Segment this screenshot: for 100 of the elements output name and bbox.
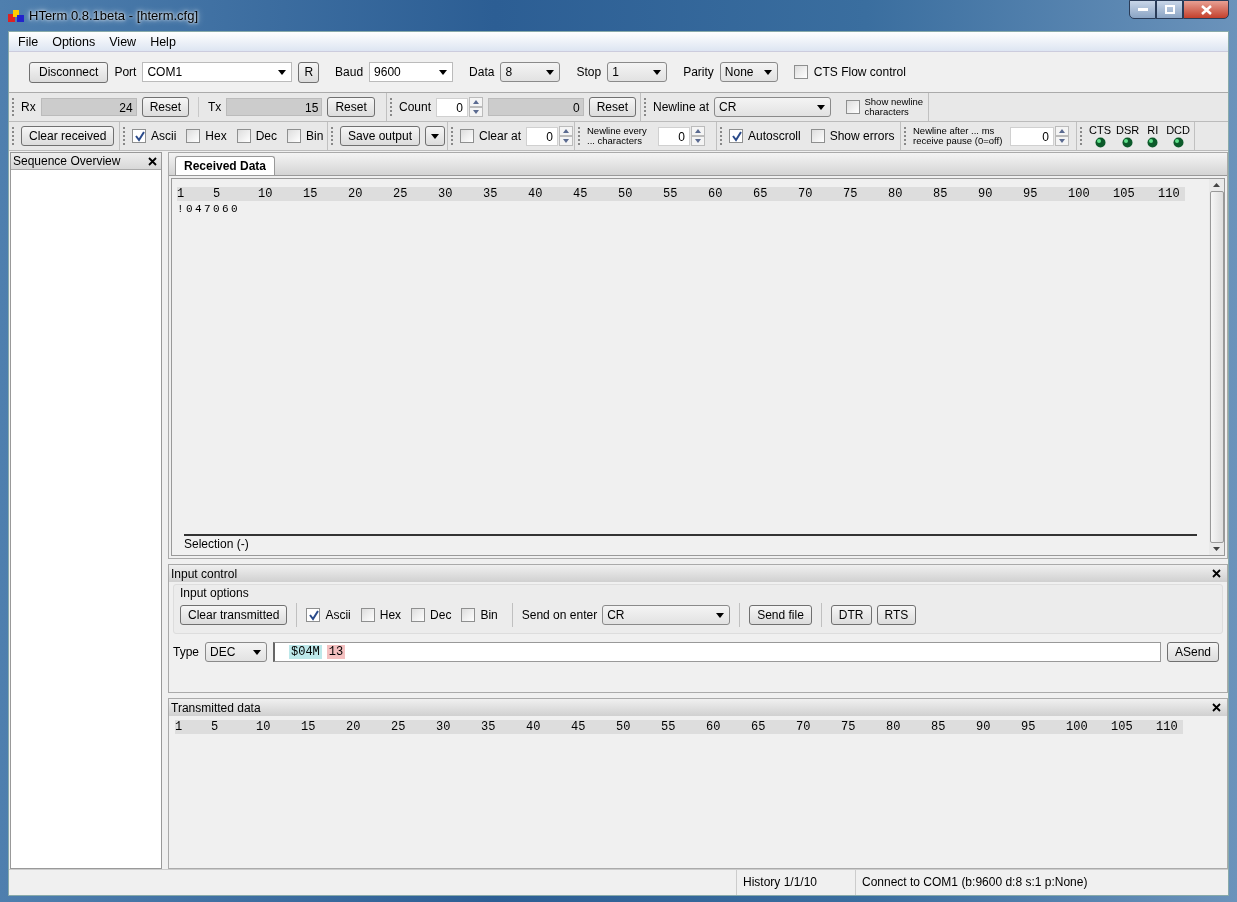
close-icon[interactable]: [1212, 569, 1221, 578]
port-dropdown[interactable]: COM1: [142, 62, 293, 82]
send-file-button[interactable]: Send file: [749, 605, 812, 625]
checkbox[interactable]: [236, 129, 251, 143]
checkbox[interactable]: [360, 608, 375, 622]
received-data-tab[interactable]: Received Data: [175, 156, 276, 175]
ruler-number: 100: [1068, 187, 1091, 201]
maximize-button[interactable]: [1156, 0, 1183, 19]
maximize-icon: [1164, 5, 1175, 14]
spinner-arrows-icon[interactable]: [1055, 126, 1069, 146]
checkbox[interactable]: [729, 129, 743, 143]
ruler-number: 90: [976, 720, 992, 734]
spinner-arrows-icon[interactable]: [691, 126, 705, 146]
ruler-number: 85: [931, 720, 947, 734]
caret-icon: [653, 69, 662, 75]
reset-button[interactable]: Reset: [141, 97, 190, 117]
checkbox[interactable]: [810, 129, 825, 143]
ruler-number: 85: [933, 187, 949, 201]
checkbox[interactable]: [461, 608, 476, 622]
port-label: Port: [114, 65, 137, 79]
spinner-arrows-icon[interactable]: [469, 97, 484, 117]
data-bits-dropdown[interactable]: 8: [500, 62, 561, 82]
menu-item[interactable]: View: [102, 34, 144, 49]
checkbox-label: Bin: [306, 129, 324, 143]
close-icon[interactable]: [1212, 703, 1221, 712]
caret-icon: [763, 69, 772, 75]
ruler-number: 70: [796, 720, 812, 734]
type-dropdown[interactable]: DEC: [205, 642, 267, 662]
ruler-number: 35: [483, 187, 499, 201]
panel-title: Sequence Overview: [13, 154, 121, 168]
ruler-number: 1: [175, 720, 184, 734]
checkbox-label: Dec: [430, 608, 452, 622]
stop-bits-dropdown[interactable]: 1: [607, 62, 668, 82]
clear-received-button[interactable]: Clear received: [21, 126, 115, 146]
count-label: Count: [399, 100, 432, 114]
asend-button[interactable]: ASend: [1166, 642, 1219, 662]
checkbox[interactable]: [186, 129, 201, 143]
menu-item[interactable]: File: [11, 34, 46, 49]
app-icon: [8, 8, 24, 23]
save-options-button[interactable]: [425, 126, 446, 146]
menu-item[interactable]: Help: [143, 34, 183, 49]
checkbox[interactable]: [460, 129, 474, 143]
save-output-button[interactable]: Save output: [340, 126, 421, 146]
rx-counter: 24: [40, 98, 137, 116]
signal-label: DSR: [1116, 124, 1140, 136]
caret-icon: [546, 69, 555, 75]
clear-transmitted-button[interactable]: Clear transmitted: [180, 605, 288, 625]
checkbox[interactable]: [411, 608, 426, 622]
baud-dropdown[interactable]: 9600: [369, 62, 454, 82]
minimize-button[interactable]: [1129, 0, 1156, 19]
checkbox-label: Show newline characters: [864, 97, 924, 117]
checkbox[interactable]: [132, 129, 146, 143]
send-input-field[interactable]: $04M 13: [273, 642, 1161, 662]
checkbox[interactable]: [306, 608, 321, 622]
vertical-scrollbar[interactable]: [1209, 179, 1224, 555]
disconnect-button[interactable]: Disconnect: [29, 61, 109, 83]
ruler-number: 60: [706, 720, 722, 734]
reset-button[interactable]: Reset: [588, 97, 636, 117]
send-on-enter-dropdown[interactable]: CR: [602, 605, 731, 625]
ruler-number: 10: [258, 187, 274, 201]
newline-dropdown[interactable]: CR: [714, 97, 831, 117]
ruler-number: 105: [1111, 720, 1134, 734]
parity-dropdown[interactable]: None: [719, 62, 778, 82]
checkbox[interactable]: [845, 100, 860, 114]
refresh-ports-button[interactable]: R: [298, 61, 320, 83]
ruler-number: 15: [303, 187, 319, 201]
ruler-number: 30: [436, 720, 452, 734]
checkbox-label: CTS Flow control: [813, 65, 906, 79]
checkbox[interactable]: [287, 129, 302, 143]
close-icon[interactable]: [148, 156, 157, 166]
menu-item[interactable]: Options: [45, 34, 103, 49]
history-status: History 1/1/10: [736, 870, 855, 895]
ruler-number: 40: [526, 720, 542, 734]
dtr-button[interactable]: DTR: [830, 605, 872, 625]
rts-button[interactable]: RTS: [876, 605, 917, 625]
tx-label: Tx: [208, 100, 222, 114]
scroll-down-icon[interactable]: [1213, 547, 1220, 551]
close-button[interactable]: [1183, 0, 1229, 19]
checkbox-label: Autoscroll: [748, 129, 801, 143]
caret-icon: [278, 69, 287, 75]
ruler-number: 25: [393, 187, 409, 201]
signal-label: CTS: [1089, 124, 1111, 136]
count-field[interactable]: 0: [436, 97, 469, 117]
checkbox[interactable]: [793, 65, 808, 79]
newline-after-field[interactable]: 0: [1010, 126, 1054, 146]
reset-button[interactable]: Reset: [327, 97, 375, 117]
ruler-number: 80: [886, 720, 902, 734]
ruler-number: 20: [348, 187, 364, 201]
newline-every-label: Newline every ... characters: [587, 126, 648, 146]
scroll-up-icon[interactable]: [1213, 183, 1220, 187]
caret-icon: [439, 69, 448, 75]
spinner-arrows-icon[interactable]: [559, 126, 574, 146]
checkbox-label: Dec: [255, 129, 278, 143]
ruler-number: 50: [618, 187, 634, 201]
minimize-icon: [1137, 7, 1148, 12]
newline-every-field[interactable]: 0: [658, 126, 690, 146]
clear-at-field[interactable]: 0: [526, 126, 559, 146]
ruler-number: 75: [841, 720, 857, 734]
selection-label: Selection (-): [184, 537, 249, 551]
ruler-number: 80: [888, 187, 904, 201]
